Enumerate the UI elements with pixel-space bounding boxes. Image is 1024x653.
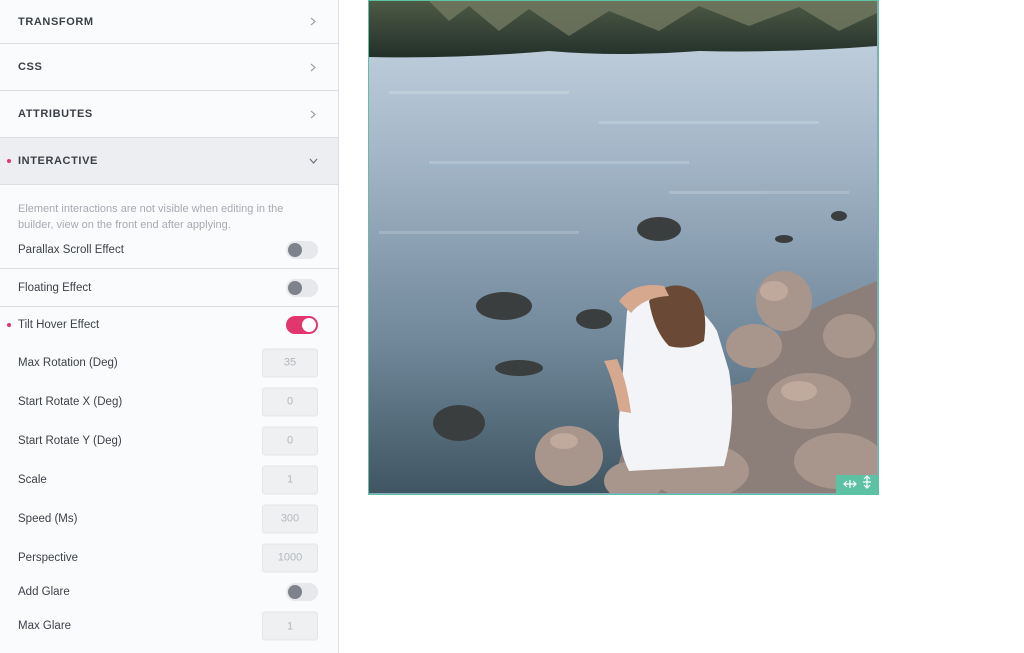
- scale-input[interactable]: 1: [262, 465, 318, 494]
- section-css-label: CSS: [18, 61, 43, 73]
- chevron-right-icon: [308, 62, 318, 72]
- chevron-right-icon: [308, 109, 318, 119]
- floating-toggle[interactable]: [286, 278, 318, 297]
- chevron-right-icon: [308, 17, 318, 27]
- toggle-knob: [288, 243, 302, 257]
- resize-horizontal-icon[interactable]: [842, 476, 857, 494]
- toggle-knob: [302, 318, 316, 332]
- resize-vertical-icon[interactable]: [862, 475, 872, 494]
- section-interactive[interactable]: INTERACTIVE: [0, 138, 338, 185]
- chevron-down-icon: [308, 156, 318, 166]
- tilt-toggle[interactable]: [286, 316, 318, 334]
- max-rotation-input[interactable]: 35: [262, 348, 318, 377]
- section-attributes-label: ATTRIBUTES: [18, 108, 93, 120]
- section-attributes[interactable]: ATTRIBUTES: [0, 91, 338, 138]
- resize-handle[interactable]: [836, 475, 878, 494]
- start-y-row: Start Rotate Y (Deg) 0: [0, 421, 338, 460]
- modified-indicator-dot: [7, 159, 11, 163]
- speed-input[interactable]: 300: [262, 504, 318, 533]
- max-glare-input[interactable]: 1: [262, 611, 318, 641]
- interactive-description: Element interactions are not visible whe…: [18, 203, 284, 231]
- start-x-row: Start Rotate X (Deg) 0: [0, 382, 338, 421]
- glare-toggle[interactable]: [286, 583, 318, 601]
- glare-row: Add Glare: [0, 577, 338, 607]
- perspective-input[interactable]: 1000: [262, 543, 318, 572]
- tilt-row: Tilt Hover Effect: [0, 307, 338, 343]
- toggle-knob: [288, 280, 302, 295]
- scale-row: Scale 1: [0, 460, 338, 499]
- parallax-toggle[interactable]: [286, 241, 318, 259]
- speed-row: Speed (Ms) 300: [0, 499, 338, 538]
- max-glare-row: Max Glare 1: [0, 607, 338, 645]
- selected-image-element[interactable]: [368, 0, 879, 495]
- start-x-input[interactable]: 0: [262, 387, 318, 416]
- lake-photo: [369, 1, 877, 493]
- start-y-input[interactable]: 0: [262, 426, 318, 455]
- max-rotation-row: Max Rotation (Deg) 35: [0, 343, 338, 382]
- parallax-row: Parallax Scroll Effect: [0, 232, 338, 269]
- perspective-row: Perspective 1000: [0, 538, 338, 577]
- section-transform[interactable]: TRANSFORM: [0, 0, 338, 44]
- toggle-knob: [288, 585, 302, 599]
- settings-sidebar: TRANSFORM CSS ATTRIBUTES INTERACTIVE Ele…: [0, 0, 339, 653]
- floating-row: Floating Effect: [0, 269, 338, 307]
- section-transform-label: TRANSFORM: [18, 15, 94, 28]
- section-css[interactable]: CSS: [0, 44, 338, 91]
- section-interactive-label: INTERACTIVE: [18, 155, 98, 167]
- modified-indicator-dot: [7, 323, 11, 327]
